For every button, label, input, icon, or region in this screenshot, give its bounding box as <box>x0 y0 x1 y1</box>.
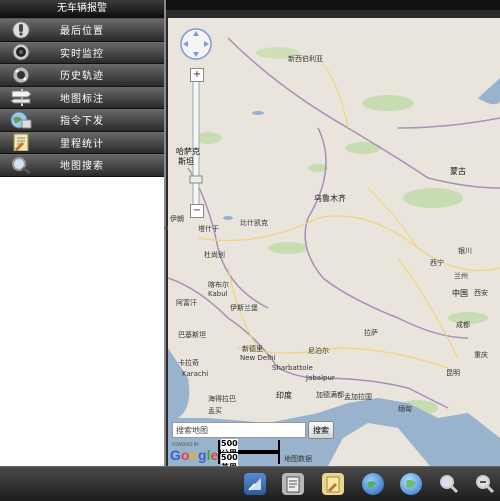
menu-label: 实时监控 <box>60 48 104 60</box>
map-label: Kabul <box>208 290 228 298</box>
google-logo: Google <box>170 447 219 463</box>
menu-label: 地图搜索 <box>60 161 104 173</box>
map-label: 成都 <box>456 321 470 329</box>
menu-label: 最后位置 <box>60 26 104 38</box>
menu-item-realtime-monitor[interactable]: 实时监控 <box>0 41 164 64</box>
globe-icon[interactable] <box>362 473 384 495</box>
map-label: Karachi <box>182 370 209 378</box>
menu-item-mileage-stats[interactable]: 里程统计 <box>0 131 164 154</box>
notes-icon[interactable] <box>322 473 344 495</box>
menu-label: 里程统计 <box>60 138 104 150</box>
map-label: 银川 <box>458 247 472 255</box>
menu-label: 指令下发 <box>60 116 104 128</box>
menu-label: 地图标注 <box>60 93 104 105</box>
zoom-in-button[interactable]: + <box>190 68 204 82</box>
map-search-input[interactable]: 搜索地图 <box>172 422 306 438</box>
map-label: 阿富汗 <box>176 299 197 307</box>
magnifier-icon <box>10 155 32 174</box>
map-label: 比什凯克 <box>240 219 268 227</box>
zoom-out-button[interactable]: − <box>190 204 204 218</box>
map-label: 斯坦 <box>178 157 194 166</box>
zoom-out-icon[interactable] <box>474 473 496 495</box>
map-search-button[interactable]: 搜索 <box>308 421 334 439</box>
scale-imperial-label: 500 英里 <box>221 453 238 466</box>
map-label: 杜尚别 <box>204 251 225 259</box>
camera-icon <box>10 43 32 62</box>
sidebar-title: 无车辆报警 <box>0 0 164 19</box>
globe-icon <box>10 110 32 129</box>
menu-label: 历史轨迹 <box>60 71 104 83</box>
map-label: Sharbattole <box>272 364 313 372</box>
map-label: 乌鲁木齐 <box>314 194 346 203</box>
menu-item-send-command[interactable]: 指令下发 <box>0 109 164 132</box>
map-label: 塔什干 <box>198 225 219 233</box>
map-label: 伊朗 <box>170 215 184 223</box>
map-label: 重庆 <box>474 351 488 359</box>
sidebar: 无车辆报警 最后位置 实时监控 历史轨迹 地图标注 指令下发 里程统计 地图搜索 <box>0 0 166 466</box>
map-label: 孟加拉国 <box>344 393 372 401</box>
map-label: 伊斯兰堡 <box>230 304 258 312</box>
map-label: 巴基斯坦 <box>178 331 206 339</box>
map-label: 加德满都 <box>316 391 344 399</box>
menu-item-map-search[interactable]: 地图搜索 <box>0 154 164 177</box>
map-label: 西安 <box>474 289 488 297</box>
menu-item-last-position[interactable]: 最后位置 <box>0 19 164 42</box>
map-label: 孟买 <box>208 407 222 415</box>
pan-control[interactable] <box>181 29 211 59</box>
map-label: 兰州 <box>454 272 468 280</box>
globe-alt-icon[interactable] <box>400 473 422 495</box>
film-icon <box>10 65 32 84</box>
map-view[interactable]: + − 新西伯利亚 哈萨克 斯坦 乌鲁木齐 蒙古 兰州 中国 西宁 成都 昆明 … <box>168 18 500 466</box>
map-label: 喀布尔 <box>208 281 229 289</box>
map-label: 昆明 <box>446 369 460 377</box>
map-label: 海得拉巴 <box>208 395 236 403</box>
map-tool-icon[interactable] <box>244 473 266 495</box>
zoom-icon[interactable] <box>438 473 460 495</box>
map-label: 西宁 <box>430 259 444 267</box>
bottom-toolbar <box>0 466 500 501</box>
signpost-icon <box>10 88 32 107</box>
map-label: 拉萨 <box>364 329 378 337</box>
menu-item-history-track[interactable]: 历史轨迹 <box>0 64 164 87</box>
map-label: New Delhi <box>240 354 276 362</box>
map-label: 中国 <box>452 289 468 298</box>
map-label: 卡拉奇 <box>178 359 199 367</box>
map-label: Jabalpur <box>306 374 335 382</box>
pin-icon <box>10 20 32 39</box>
map-label: 缅甸 <box>398 405 412 413</box>
map-label: 新德里 <box>242 345 263 353</box>
map-label: 新西伯利亚 <box>288 55 323 63</box>
clipboard-icon[interactable] <box>282 473 304 495</box>
map-label: 蒙古 <box>450 167 466 176</box>
map-label: 尼泊尔 <box>308 347 329 355</box>
menu-item-map-annotate[interactable]: 地图标注 <box>0 86 164 109</box>
document-icon <box>10 133 32 152</box>
map-label: 印度 <box>276 391 292 400</box>
map-copyright[interactable]: 地图数据 <box>284 454 312 464</box>
